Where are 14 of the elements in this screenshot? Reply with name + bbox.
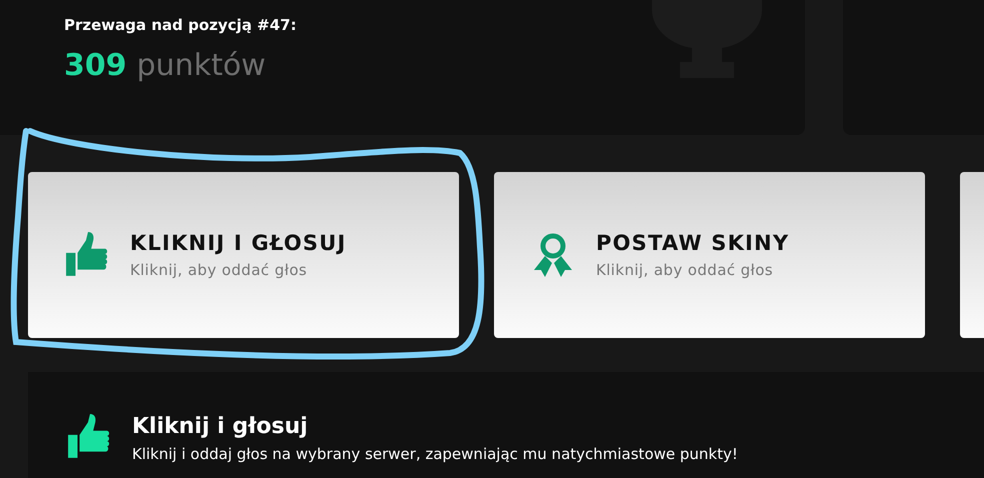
card-title: KLIKNIJ I GŁOSUJ [130, 231, 346, 255]
vote-option-card[interactable]: KLIKNIJ I GŁOSUJ Kliknij, aby oddać głos [28, 172, 459, 338]
card-subtitle: Kliknij, aby oddać głos [130, 261, 308, 279]
lead-label: Przewaga nad pozycją #47: [64, 16, 298, 34]
thumbs-up-icon [66, 232, 108, 278]
points-value: 309 [64, 48, 127, 83]
thumbs-up-icon [68, 414, 110, 460]
points-unit: punktów [136, 48, 266, 83]
card-subtitle: Kliknij, aby oddać głos [596, 261, 774, 279]
info-description: Kliknij i oddaj głos na wybrany serwer, zapewniając mu natychmiastowe punkty! [132, 445, 738, 463]
award-ribbon-icon [532, 232, 574, 278]
info-title: Kliknij i głosuj [132, 414, 309, 439]
card-title: POSTAW SKINY [596, 231, 790, 255]
vote-option-card[interactable]: POSTAW SKINY Kliknij, aby oddać głos [494, 172, 925, 338]
